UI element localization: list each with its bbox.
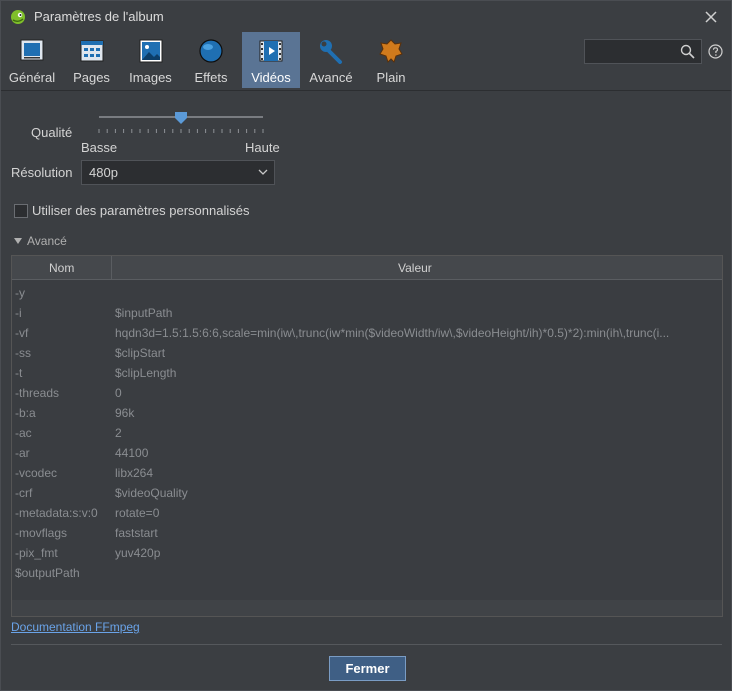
param-value: $clipStart — [115, 346, 166, 360]
tab-label: Général — [8, 70, 56, 85]
table-row[interactable]: -vf hqdn3d=1.5:1.5:6:6,scale=min(iw\,trun… — [12, 322, 722, 342]
album-settings-dialog: Paramètres de l'album Général Pages Imag… — [0, 0, 732, 691]
table-row[interactable]: -threads 0 — [12, 382, 722, 402]
tab-plain[interactable]: Plain — [362, 32, 420, 88]
tab-label: Pages — [73, 70, 110, 85]
tab-label: Avancé — [309, 70, 353, 85]
resolution-label: Résolution — [11, 165, 73, 180]
param-name: -t — [15, 366, 23, 380]
param-name: -movflags — [15, 526, 68, 540]
chevron-down-icon — [258, 169, 268, 175]
close-button[interactable]: Fermer — [329, 656, 406, 681]
chameleon-app-icon — [11, 10, 25, 24]
table-row[interactable]: -b:a 96k — [12, 402, 722, 422]
search-box[interactable] — [584, 39, 702, 64]
column-divider[interactable] — [111, 256, 112, 279]
param-name: -b:a — [15, 406, 36, 420]
table-row[interactable]: -crf $videoQuality — [12, 482, 722, 502]
tab-advanced[interactable]: Avancé — [301, 32, 361, 88]
quality-label: Qualité — [31, 125, 73, 140]
resolution-select[interactable]: 480p — [81, 160, 275, 185]
param-value: yuv420p — [115, 546, 161, 560]
table-row[interactable]: -ac 2 — [12, 422, 722, 442]
leather-skin-icon — [379, 39, 403, 63]
column-header-value[interactable]: Valeur — [398, 261, 432, 275]
param-name: -i — [15, 306, 22, 320]
param-value: 96k — [115, 406, 135, 420]
monitor-icon — [20, 39, 44, 61]
table-row[interactable]: -vcodec libx264 — [12, 462, 722, 482]
table-row[interactable]: -metadata:s:v:0 rotate=0 — [12, 502, 722, 522]
search-icon[interactable] — [680, 44, 695, 59]
tab-label: Vidéos — [251, 70, 291, 85]
quality-high-label: Haute — [245, 140, 280, 155]
param-value: 0 — [115, 386, 122, 400]
sphere-icon — [199, 39, 223, 63]
param-name: -crf — [15, 486, 33, 500]
param-name: -pix_fmt — [15, 546, 58, 560]
param-value: 44100 — [115, 446, 149, 460]
param-value: $videoQuality — [115, 486, 188, 500]
table-row[interactable]: -t $clipLength — [12, 362, 722, 382]
help-icon[interactable] — [708, 44, 723, 59]
param-name: $outputPath — [15, 566, 80, 580]
param-value: hqdn3d=1.5:1.5:6:6,scale=min(iw\,trunc(i… — [115, 326, 670, 340]
param-value: rotate=0 — [115, 506, 160, 520]
quality-low-label: Basse — [81, 140, 118, 155]
close-icon[interactable] — [701, 7, 721, 27]
param-name: -ar — [15, 446, 30, 460]
ffmpeg-params-table: Nom Valeur -y -i $inputPath -vf hqdn3d=1.5:1… — [11, 255, 723, 617]
custom-params-checkbox[interactable] — [14, 204, 28, 218]
thumbnails-grid-icon — [80, 40, 103, 62]
param-name: -y — [15, 286, 25, 300]
table-row[interactable]: -movflags faststart — [12, 522, 722, 542]
quality-slider[interactable] — [98, 109, 264, 135]
table-row[interactable]: $outputPath — [12, 562, 722, 582]
toolbar-divider — [1, 90, 731, 91]
table-row[interactable]: -i $inputPath — [12, 302, 722, 322]
expand-triangle-icon — [14, 238, 22, 244]
table-row[interactable]: -pix_fmt yuv420p — [12, 542, 722, 562]
tab-label: Plain — [376, 70, 406, 85]
table-header: Nom Valeur — [12, 256, 722, 280]
picture-icon — [139, 39, 162, 63]
tab-effects[interactable]: Effets — [183, 32, 239, 88]
title-bar: Paramètres de l'album — [1, 1, 731, 32]
param-value: faststart — [115, 526, 158, 540]
tab-label: Effets — [194, 70, 228, 85]
tab-images[interactable]: Images — [122, 32, 179, 88]
param-name: -vcodec — [15, 466, 58, 480]
param-value: $clipLength — [115, 366, 177, 380]
search-input[interactable] — [588, 42, 676, 60]
resolution-value: 480p — [89, 165, 118, 180]
film-icon — [259, 40, 283, 62]
settings-toolbar: Général Pages Images Effets Vidéos Avanc… — [1, 32, 731, 90]
param-value: 2 — [115, 426, 122, 440]
tab-pages[interactable]: Pages — [63, 32, 120, 88]
footer-divider — [11, 644, 722, 645]
param-value: $inputPath — [115, 306, 173, 320]
slider-thumb[interactable] — [175, 112, 187, 124]
advanced-toggle[interactable]: Avancé — [14, 234, 67, 248]
table-scroll-area — [12, 600, 722, 616]
table-row[interactable]: -ar 44100 — [12, 442, 722, 462]
custom-params-label[interactable]: Utiliser des paramètres personnalisés — [32, 203, 249, 218]
param-name: -ac — [15, 426, 32, 440]
table-row[interactable]: -y — [12, 282, 722, 302]
param-name: -metadata:s:v:0 — [15, 506, 98, 520]
param-name: -vf — [15, 326, 29, 340]
tab-videos[interactable]: Vidéos — [242, 32, 300, 88]
advanced-label: Avancé — [27, 234, 67, 248]
tab-general[interactable]: Général — [1, 32, 63, 88]
window-title: Paramètres de l'album — [34, 9, 164, 24]
column-header-name[interactable]: Nom — [49, 261, 74, 275]
param-value: libx264 — [115, 466, 154, 480]
param-name: -ss — [15, 346, 31, 360]
ffmpeg-documentation-link[interactable]: Documentation FFmpeg — [11, 620, 140, 634]
table-row[interactable]: -ss $clipStart — [12, 342, 722, 362]
tab-label: Images — [129, 70, 172, 85]
wrench-icon — [320, 40, 342, 64]
param-name: -threads — [15, 386, 60, 400]
